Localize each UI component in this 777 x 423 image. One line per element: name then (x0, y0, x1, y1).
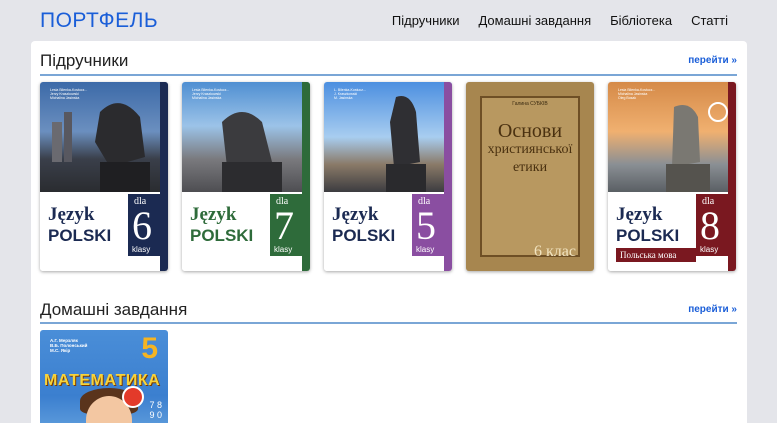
grade-klasy: klasy (132, 245, 151, 254)
grade-number: 7 (274, 203, 294, 248)
book-authors: Lesia Bilenka-Kostucz... Michalina Jasin… (618, 88, 656, 100)
book-cover-polski-7[interactable]: Lesia Bilenka-Kostucz... Jerzy Kraszkows… (182, 82, 310, 271)
nav-link-homework[interactable]: Домашні завдання (478, 13, 591, 28)
grade-number: 5 (416, 203, 436, 248)
grade-box: dla 6 klasy (128, 194, 160, 256)
book-authors: L. Bilenka-Kostucz... J. Kraszkowski M. … (334, 88, 366, 100)
book-cover-polski-8[interactable]: Lesia Bilenka-Kostucz... Michalina Jasin… (608, 82, 736, 271)
book-cover-christian-ethics-6[interactable]: Галина СУБКІВ Основи християнської етики… (466, 82, 594, 271)
book-title-line2: POLSKI (332, 226, 396, 245)
clock-icon (122, 386, 144, 408)
book-cover-mathematics-5[interactable]: А.Г. Мерзляк В.Б. Полонський М.С. Якір 5… (40, 330, 168, 423)
book-cover-polski-6[interactable]: Lesia Bilenka-Kostucz... Jerzy Kraszkows… (40, 82, 168, 271)
grade-klasy: klasy (416, 245, 435, 254)
grade-klasy: klasy (274, 245, 293, 254)
cover-frame: Галина СУБКІВ Основи християнської етики (480, 96, 580, 257)
book-cover-polski-5[interactable]: L. Bilenka-Kostucz... J. Kraszkowski M. … (324, 82, 452, 271)
content-panel: Підручники перейти » Lesia Bilenka-Kostu… (31, 41, 747, 423)
section-title-textbooks: Підручники (40, 51, 129, 70)
textbooks-more-link[interactable]: перейти » (688, 55, 737, 66)
cover-spine (728, 82, 736, 271)
book-title-line3: етики (512, 160, 548, 175)
cover-spine (444, 82, 452, 271)
grade-klasy: klasy (700, 245, 719, 254)
main-nav: Підручники Домашні завдання Бібліотека С… (373, 13, 728, 28)
book-authors: Lesia Bilenka-Kostucz... Jerzy Kraszkows… (192, 88, 230, 100)
nav-link-textbooks[interactable]: Підручники (392, 13, 460, 28)
grade-number: 8 (700, 203, 720, 248)
logo[interactable]: ПОРТФЕЛЬ (40, 9, 158, 33)
grade-number: 6 (132, 203, 152, 248)
book-grade: 6 клас (534, 243, 576, 260)
book-title-line2: POLSKI (190, 226, 254, 245)
book-authors: Lesia Bilenka-Kostucz... Jerzy Kraszkows… (50, 88, 88, 100)
book-title-line1: Język (332, 204, 379, 225)
book-title-line2: POLSKI (616, 226, 680, 245)
book-title-line2: християнської (487, 142, 573, 157)
cover-digits: 7 8 9 0 (149, 400, 162, 420)
grade-box: dla 8 klasy (696, 194, 728, 256)
book-subtitle: Польська мова (616, 248, 696, 262)
book-author: Галина СУБКІВ (512, 101, 548, 107)
book-title-line1: Język (190, 204, 237, 225)
nav-link-articles[interactable]: Статті (691, 13, 728, 28)
book-title-line1: Język (616, 204, 663, 225)
grade-box: dla 5 klasy (412, 194, 444, 256)
section-divider (40, 322, 737, 324)
nav-link-library[interactable]: Бібліотека (610, 13, 672, 28)
textbooks-list: Lesia Bilenka-Kostucz... Jerzy Kraszkows… (40, 82, 736, 271)
cover-spine (302, 82, 310, 271)
book-title-line1: Język (48, 204, 95, 225)
book-title-line1: Основи (497, 120, 563, 142)
book-authors: А.Г. Мерзляк В.Б. Полонський М.С. Якір (50, 338, 88, 353)
cover-spine (160, 82, 168, 271)
grade-box: dla 7 klasy (270, 194, 302, 256)
section-title-homework: Домашні завдання (40, 300, 188, 319)
section-divider (40, 74, 737, 76)
homework-more-link[interactable]: перейти » (688, 304, 737, 315)
book-title-line2: POLSKI (48, 226, 112, 245)
book-grade: 5 (141, 332, 158, 365)
